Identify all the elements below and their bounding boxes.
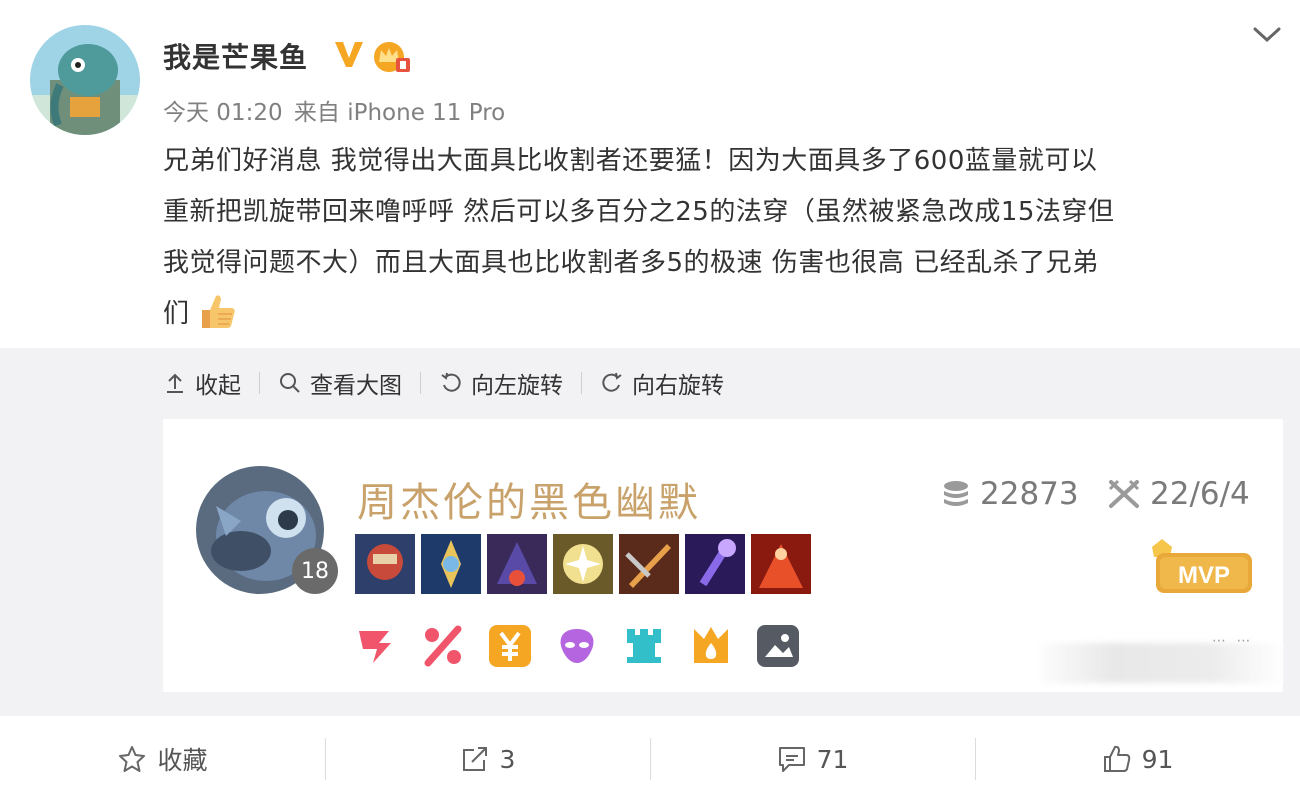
item-icon [751, 534, 811, 594]
percent-icon [424, 625, 462, 667]
thumbs-up-icon [201, 295, 235, 328]
vip-crown-icon [374, 42, 410, 72]
flame-icon [694, 627, 728, 663]
picture-icon [757, 625, 799, 667]
player-name: 周杰伦的黑色幽默 [357, 480, 701, 526]
like-count: 91 [1141, 744, 1174, 774]
favorite-label: 收藏 [157, 746, 208, 775]
view-large-button[interactable]: 查看大图 [278, 366, 402, 400]
match-date: 22/6/4 [1108, 476, 1250, 512]
rotate-left-label: 向左旋转 [471, 373, 563, 399]
achievement-icons [355, 625, 824, 667]
toolbar-divider [259, 372, 260, 394]
mvp-badge: MVP [1152, 539, 1252, 593]
yen-icon [489, 625, 531, 667]
coins-icon [944, 481, 968, 506]
content-line-last: 们 [163, 289, 1273, 340]
repost-button[interactable]: 3 [325, 730, 650, 788]
like-icon [1103, 745, 1130, 772]
star-icon [119, 746, 146, 772]
item-icon [355, 534, 415, 594]
rotate-right-button[interactable]: 向右旋转 [600, 366, 724, 400]
like-button[interactable]: 91 [975, 730, 1300, 788]
gold-value: 22873 [980, 476, 1079, 512]
item-build [355, 534, 817, 594]
image-toolbar: 收起 查看大图 向左旋转 向右旋转 [163, 363, 724, 403]
gold-stat: 22873 [942, 476, 1079, 512]
triple-kill-icon [359, 631, 391, 663]
toolbar-divider [581, 372, 582, 394]
rotate-right-label: 向右旋转 [632, 373, 724, 399]
username[interactable]: 我是芒果鱼 [163, 36, 308, 76]
comment-count: 71 [816, 744, 849, 774]
crossed-swords-icon [1108, 479, 1140, 508]
tower-icon [627, 629, 661, 663]
comment-button[interactable]: 71 [650, 730, 975, 788]
content-line: 我觉得问题不大）而且大面具也比收割者多5的极速 伤害也很高 已经乱杀了兄弟 [163, 248, 1099, 278]
item-icon [619, 534, 679, 594]
collapse-icon [167, 373, 183, 393]
toolbar-divider [420, 372, 421, 394]
comment-icon [778, 747, 805, 772]
repost-count: 3 [499, 744, 516, 774]
collapse-button[interactable]: 收起 [163, 366, 241, 400]
post-time[interactable]: 今天 01:20 [163, 100, 283, 126]
content-line: 重新把凯旋带回来噜呼呼 然后可以多百分之25的法穿（虽然被紧急改成15法穿但 [163, 197, 1115, 227]
item-icon [487, 534, 547, 594]
item-icon [421, 534, 481, 594]
action-bar: 收藏 3 71 91 [0, 730, 1300, 788]
hero-level-badge: 18 [292, 548, 338, 594]
post-content: 兄弟们好消息 我觉得出大面具比收割者还要猛！因为大面具多了600蓝量就可以 重新… [163, 136, 1273, 340]
verified-v-icon [335, 42, 363, 67]
alien-icon [560, 629, 594, 663]
mvp-label: MVP [1178, 562, 1230, 589]
watermark-blur [1040, 643, 1285, 683]
post-meta: 今天 01:20 来自 iPhone 11 Pro [163, 93, 509, 127]
watermark-dots: ⋯ ⋯ [1212, 633, 1254, 649]
collapse-label: 收起 [195, 373, 241, 399]
chevron-down-icon[interactable] [1252, 24, 1282, 46]
user-avatar[interactable] [30, 25, 140, 135]
favorite-button[interactable]: 收藏 [0, 730, 325, 788]
search-icon [280, 373, 300, 393]
view-large-label: 查看大图 [310, 373, 402, 399]
content-line: 兄弟们好消息 我觉得出大面具比收割者还要猛！因为大面具多了600蓝量就可以 [163, 146, 1098, 176]
post-source: 来自 iPhone 11 Pro [293, 100, 506, 126]
rotate-right-icon [602, 372, 622, 392]
date-value: 22/6/4 [1150, 476, 1250, 512]
item-icon [685, 534, 745, 594]
share-icon [462, 747, 487, 771]
rotate-left-icon [441, 372, 461, 392]
item-icon [553, 534, 613, 594]
rotate-left-button[interactable]: 向左旋转 [439, 366, 563, 400]
